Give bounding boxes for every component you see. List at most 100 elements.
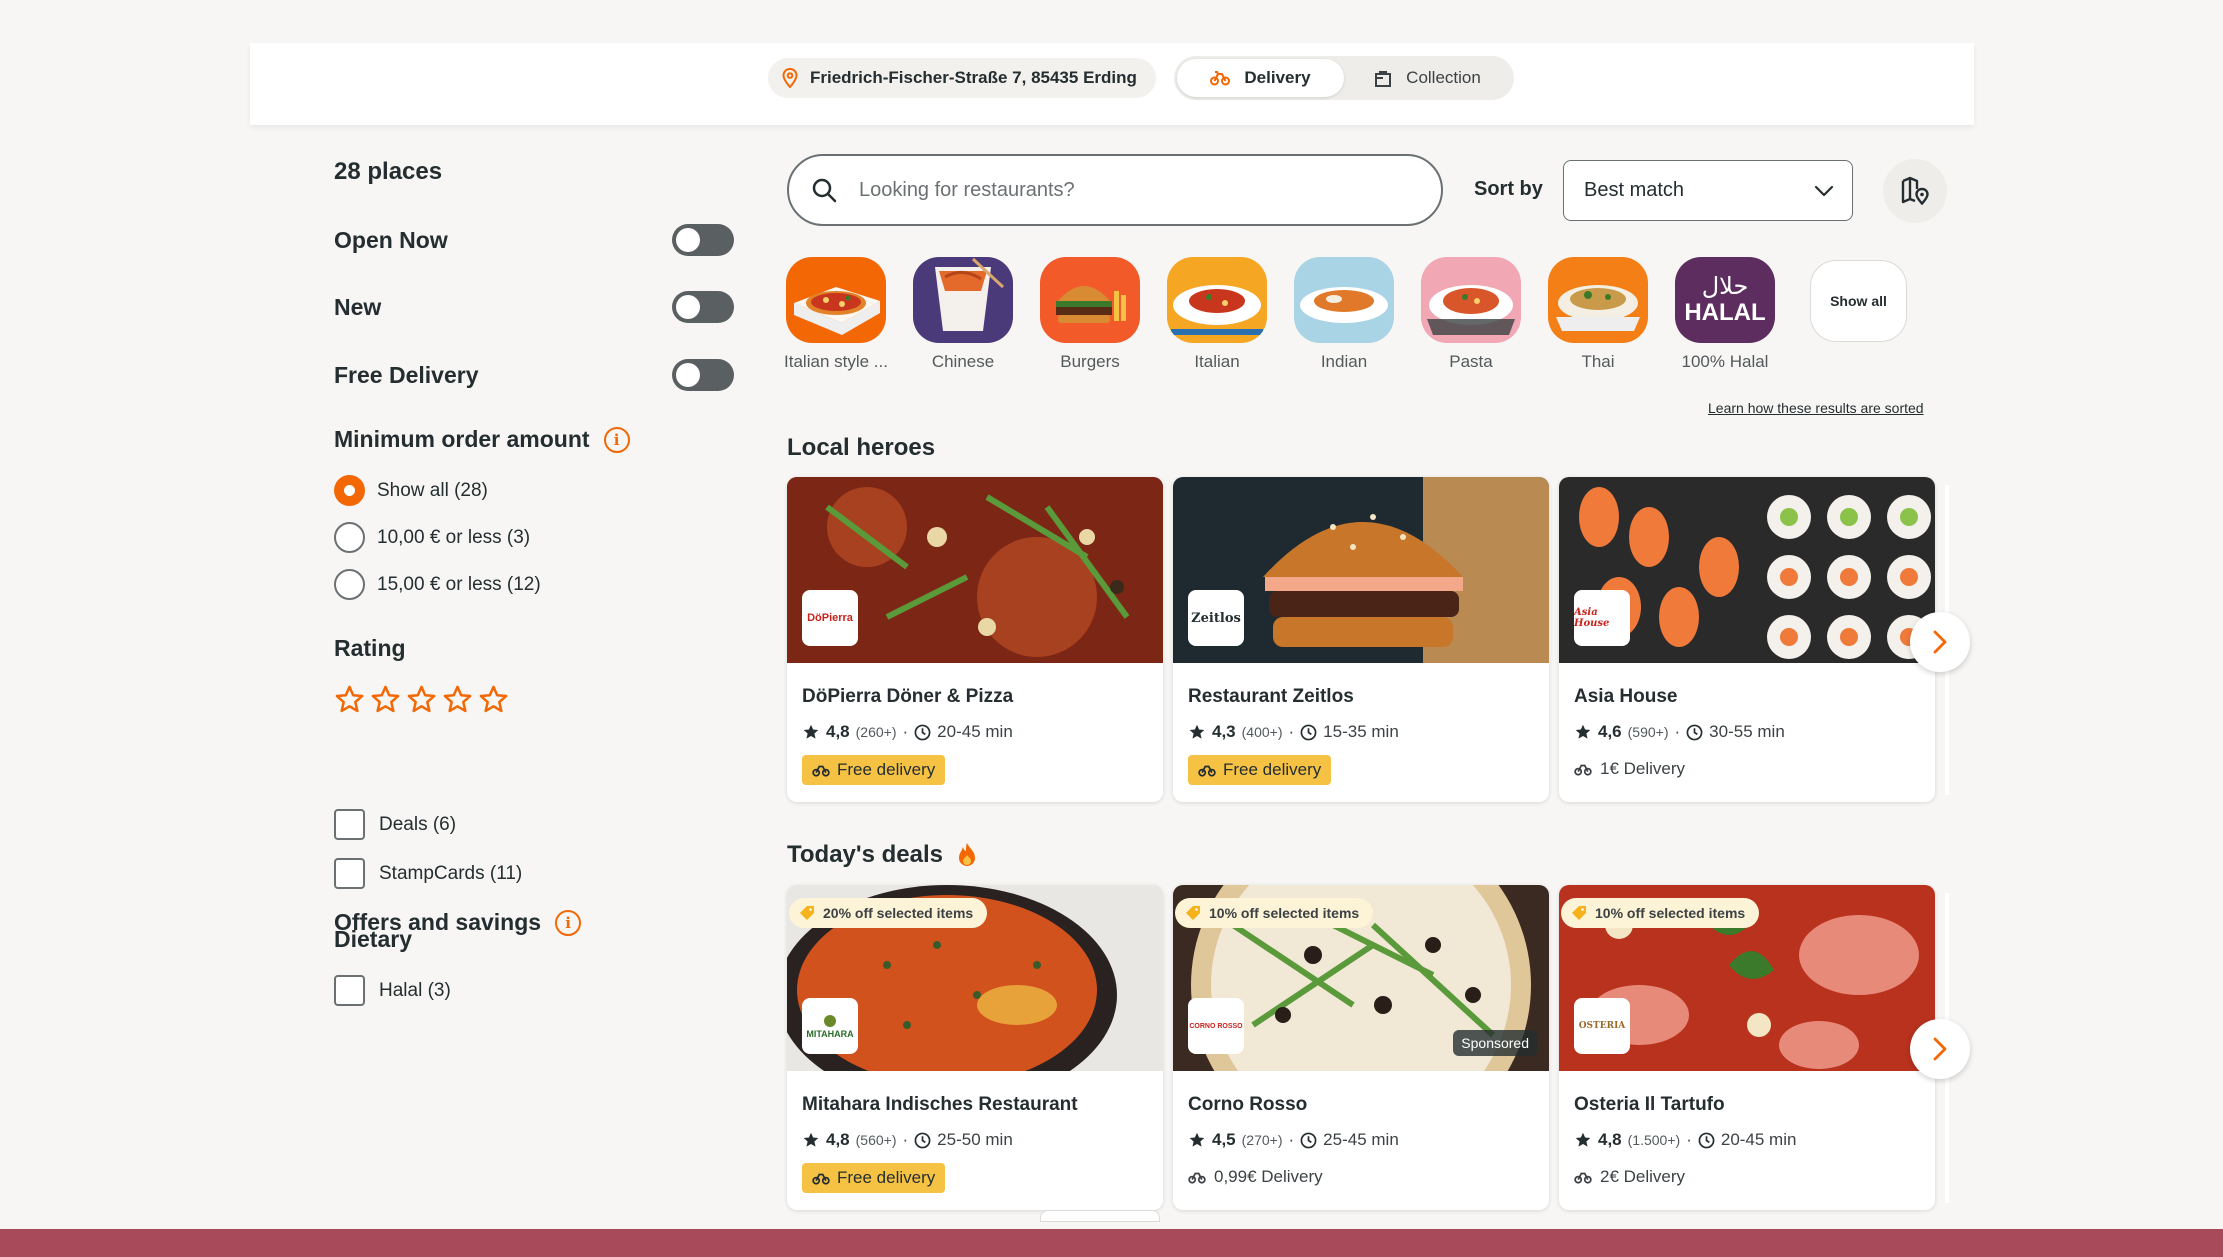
cuisine-halal[interactable]: حلال HALAL 100% Halal [1673, 257, 1777, 372]
free-delivery-badge: Free delivery [802, 1163, 946, 1193]
halal-badge-text: HALAL [1684, 299, 1766, 326]
star-icon[interactable] [334, 684, 365, 715]
collection-mode-button[interactable]: Collection [1344, 59, 1511, 97]
clock-icon [1698, 1132, 1715, 1148]
stampcards-filter[interactable]: StampCards (11) [334, 858, 522, 889]
restaurant-image: Asia House [1559, 477, 1935, 663]
rating-count: (260+) [855, 724, 897, 740]
curry-bowl-icon [1300, 287, 1388, 323]
cuisine-italian-style[interactable]: Italian style ... [784, 257, 888, 372]
star-icon[interactable] [442, 684, 473, 715]
cuisine-chinese[interactable]: Chinese [911, 257, 1015, 372]
chevron-right-icon [1933, 1037, 1947, 1061]
cuisine-pasta[interactable]: Pasta [1419, 257, 1523, 372]
restaurant-name: Corno Rosso [1188, 1094, 1308, 1115]
restaurant-card[interactable]: 10% off selected items CORNO ROSSO Spons… [1173, 885, 1549, 1210]
restaurant-card[interactable]: DöPierra DöPierra Döner & Pizza 4,8 (260… [787, 477, 1163, 802]
deals-filter[interactable]: Deals (6) [334, 809, 456, 840]
places-count: 28 places [334, 158, 443, 185]
cuisine-label: Thai [1581, 352, 1615, 371]
map-view-button[interactable] [1883, 159, 1947, 223]
checkbox [334, 809, 365, 840]
logo-text: OSTERIA [1578, 1021, 1626, 1031]
logo-text: MITAHARA [806, 1029, 854, 1039]
star-icon[interactable] [370, 684, 401, 715]
tag-icon [1186, 906, 1200, 920]
star-filled-icon [803, 724, 819, 739]
delivery-fee: 1€ Delivery [1574, 759, 1685, 779]
show-all-cuisines-button[interactable]: Show all [1810, 260, 1907, 342]
info-icon[interactable]: i [555, 909, 582, 936]
mitahara-emblem [824, 1015, 836, 1027]
badge-label: Free delivery [837, 1168, 936, 1187]
pasta-plate-icon [1171, 285, 1263, 335]
star-filled-icon [1575, 1132, 1591, 1147]
restaurant-logo: DöPierra [802, 590, 858, 646]
open-now-toggle[interactable] [672, 224, 734, 256]
logo-text: DöPierra [807, 612, 853, 624]
burger-icon [1056, 286, 1126, 323]
delivery-time: 25-50 min [937, 1130, 1013, 1149]
rating-value: 4,8 [826, 722, 850, 741]
delivery-label: Delivery [1244, 68, 1311, 87]
min-order-label: Minimum order amount [334, 426, 590, 452]
clock-icon [1300, 1132, 1317, 1148]
halal-filter[interactable]: Halal (3) [334, 975, 451, 1006]
min-order-show-all[interactable]: Show all (28) [334, 475, 488, 506]
deal-label: 10% off selected items [1209, 905, 1360, 921]
clock-icon [914, 724, 931, 740]
restaurant-image: 10% off selected items CORNO ROSSO Spons… [1173, 885, 1549, 1071]
fee-label: 1€ Delivery [1600, 759, 1686, 778]
cuisine-italian[interactable]: Italian [1165, 257, 1269, 372]
todays-deals-title: Today's deals [787, 841, 977, 869]
bike-icon [1198, 765, 1216, 777]
restaurant-card[interactable]: Asia House Asia House 4,6 (590+) · 30-55… [1559, 477, 1935, 802]
min-order-15[interactable]: 15,00 € or less (12) [334, 569, 541, 600]
restaurant-card[interactable]: Zeitlos Restaurant Zeitlos 4,3 (400+) · … [1173, 477, 1549, 802]
radio-label: 15,00 € or less (12) [377, 573, 541, 595]
cuisine-label: Indian [1320, 352, 1368, 371]
bike-icon [812, 765, 830, 777]
carousel-next-button[interactable] [1910, 612, 1970, 672]
rating-label: Rating [334, 635, 406, 661]
open-now-filter: Open Now [334, 223, 734, 257]
carousel-next-button[interactable] [1910, 1019, 1970, 1079]
collection-label: Collection [1406, 68, 1481, 87]
sort-dropdown[interactable]: Best match [1563, 160, 1853, 221]
new-toggle[interactable] [672, 291, 734, 323]
cuisine-indian[interactable]: Indian [1292, 257, 1396, 372]
checkbox-label: Halal (3) [379, 979, 451, 1001]
restaurant-logo: MITAHARA [802, 998, 858, 1054]
separator: · [902, 1130, 909, 1149]
cuisine-thai[interactable]: Thai [1546, 257, 1650, 372]
free-delivery-toggle[interactable] [672, 359, 734, 391]
delivery-mode-button[interactable]: Delivery [1177, 59, 1344, 97]
min-order-10[interactable]: 10,00 € or less (3) [334, 522, 530, 553]
open-now-label: Open Now [334, 226, 448, 253]
restaurant-logo: CORNO ROSSO [1188, 998, 1244, 1054]
learn-sorting-link[interactable]: Learn how these results are sorted [1708, 400, 1924, 416]
restaurant-image: 20% off selected items MITAHARA [787, 885, 1163, 1071]
shop-bag-icon [1375, 71, 1392, 87]
restaurant-name: DöPierra Döner & Pizza [802, 686, 1014, 707]
cuisine-image [1548, 257, 1648, 343]
info-icon[interactable]: i [603, 426, 630, 453]
search-icon [812, 178, 837, 203]
free-delivery-badge: Free delivery [1188, 755, 1332, 785]
star-icon[interactable] [406, 684, 437, 715]
delivery-time: 25-45 min [1323, 1130, 1399, 1149]
clock-icon [914, 1132, 931, 1148]
deal-tag: 10% off selected items [1175, 898, 1374, 928]
bike-icon [812, 1173, 830, 1185]
cuisine-label: Pasta [1449, 352, 1493, 371]
restaurant-search [787, 154, 1443, 226]
search-input[interactable] [859, 178, 1379, 202]
restaurant-meta: 4,8 (1.500+) · 20-45 min [1574, 1130, 1796, 1150]
address-selector[interactable]: Friedrich-Fischer-Straße 7, 85435 Erding [768, 58, 1156, 98]
star-icon[interactable] [478, 684, 509, 715]
restaurant-card[interactable]: 20% off selected items MITAHARA Mitahara… [787, 885, 1163, 1210]
cuisine-image [913, 257, 1013, 343]
restaurant-card[interactable]: 10% off selected items OSTERIA Osteria I… [1559, 885, 1935, 1210]
logo-text: Zeitlos [1191, 610, 1241, 626]
cuisine-burgers[interactable]: Burgers [1038, 257, 1142, 372]
